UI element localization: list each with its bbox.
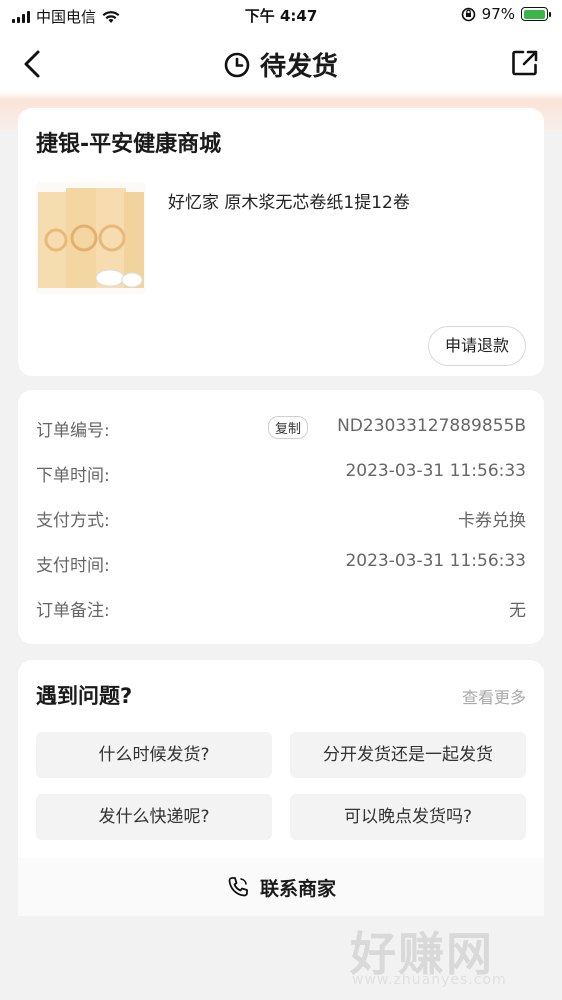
faq-card: 遇到问题? 查看更多 什么时候发货? 分开发货还是一起发货 发什么快递呢? 可以…: [18, 660, 544, 916]
page-title: 待发货: [0, 46, 562, 83]
product-card: 捷银-平安健康商城 好忆家 原木浆无芯卷纸1提12卷 申请退款: [18, 108, 544, 376]
battery-icon: [521, 7, 551, 21]
page-title-text: 待发货: [259, 52, 338, 82]
faq-title: 遇到问题?: [36, 684, 133, 708]
copy-button[interactable]: 复制: [267, 416, 308, 439]
product-name[interactable]: 好忆家 原木浆无芯卷纸1提12卷: [168, 188, 410, 213]
faq-question-button[interactable]: 分开发货还是一起发货: [290, 732, 526, 778]
refund-button[interactable]: 申请退款: [427, 326, 526, 366]
share-icon[interactable]: [510, 48, 540, 78]
order-info-card: 订单编号: 复制 ND23033127889855B 下单时间: 2023-03…: [18, 390, 544, 644]
info-value: 2023-03-31 11:56:33: [345, 461, 526, 481]
battery-percent: 97%: [481, 5, 515, 23]
contact-merchant-label: 联系商家: [259, 877, 336, 900]
faq-question-button[interactable]: 可以晚点发货吗?: [290, 794, 526, 840]
watermark-url: www.zhuanyes.com: [352, 972, 507, 988]
contact-merchant-button[interactable]: 联系商家: [18, 858, 544, 916]
info-label: 支付时间:: [36, 556, 110, 576]
phone-icon: [228, 877, 248, 897]
info-value: ND23033127889855B: [337, 416, 526, 436]
faq-question-button[interactable]: 发什么快递呢?: [36, 794, 272, 840]
info-label: 支付方式:: [36, 511, 110, 531]
product-image[interactable]: [36, 182, 146, 294]
faq-question-button[interactable]: 什么时候发货?: [36, 732, 272, 778]
shop-name[interactable]: 捷银-平安健康商城: [36, 126, 221, 158]
info-label: 订单编号:: [36, 421, 110, 441]
status-right: 97%: [461, 5, 551, 23]
clock-icon: [224, 52, 250, 77]
info-row-payment-time: 支付时间: 2023-03-31 11:56:33: [36, 551, 526, 577]
info-label: 下单时间:: [36, 466, 110, 486]
status-bar: 中国电信 下午 4:47 97%: [0, 0, 562, 30]
faq-more-link[interactable]: 查看更多: [462, 684, 526, 708]
info-value: 2023-03-31 11:56:33: [345, 551, 526, 571]
info-row-order-note: 订单备注: 无: [36, 596, 526, 622]
navigation-bar: 待发货: [0, 36, 562, 92]
info-value: 无: [509, 601, 526, 621]
info-row-order-time: 下单时间: 2023-03-31 11:56:33: [36, 461, 526, 487]
info-row-payment-method: 支付方式: 卡券兑换: [36, 506, 526, 532]
info-value: 卡券兑换: [458, 511, 526, 531]
orientation-lock-icon: [461, 7, 475, 21]
info-label: 订单备注:: [36, 601, 110, 621]
info-row-order-number: 订单编号: 复制 ND23033127889855B: [36, 416, 526, 442]
battery-fill: [523, 9, 545, 19]
